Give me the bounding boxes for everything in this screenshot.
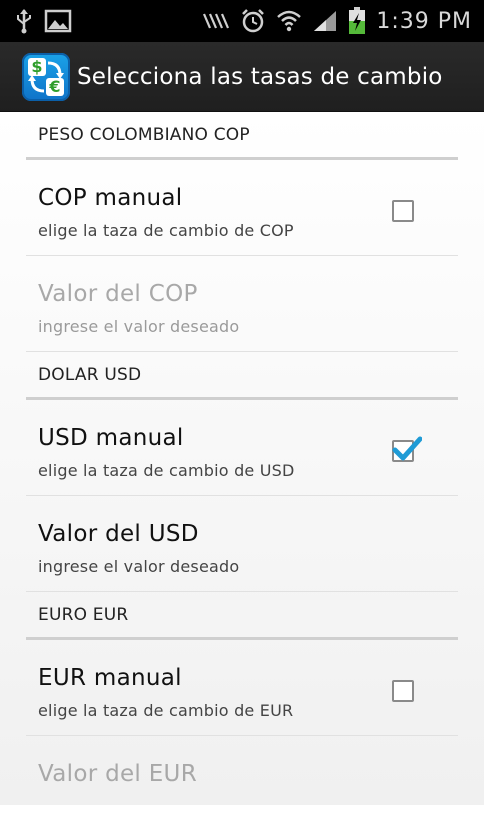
battery-charging-icon — [348, 7, 366, 35]
pref-cop-manual[interactable]: COP manual elige la taza de cambio de CO… — [26, 160, 458, 256]
category-header-usd: DOLAR USD — [26, 352, 458, 400]
pref-cop-value: Valor del COP ingrese el valor deseado — [26, 256, 458, 352]
pref-title: Valor del EUR — [38, 761, 197, 787]
category-title: DOLAR USD — [38, 364, 142, 385]
page-title: Selecciona las tasas de cambio — [77, 63, 443, 90]
wifi-icon — [276, 9, 302, 33]
pref-title: Valor del COP — [38, 281, 198, 307]
eur-manual-checkbox[interactable] — [392, 680, 414, 702]
checkmark-icon — [392, 436, 422, 461]
currency-exchange-icon: $ € — [22, 52, 70, 101]
preference-list[interactable]: PESO COLOMBIANO COP COP manual elige la … — [0, 112, 484, 805]
pref-summary: ingrese el valor deseado — [38, 557, 240, 576]
pref-summary: elige la taza de cambio de EUR — [38, 701, 294, 720]
status-time: 1:39 PM — [376, 8, 472, 34]
action-bar: $ € Selecciona las tasas de cambio — [0, 42, 484, 112]
pref-title: EUR manual — [38, 665, 182, 691]
category-header-cop: PESO COLOMBIANO COP — [26, 112, 458, 160]
vibrate-icon — [202, 10, 230, 32]
pref-title: USD manual — [38, 425, 184, 451]
cop-manual-checkbox[interactable] — [392, 200, 414, 222]
usd-manual-checkbox[interactable] — [392, 436, 422, 462]
gallery-icon — [44, 9, 72, 33]
pref-title: Valor del USD — [38, 521, 199, 547]
pref-usd-value[interactable]: Valor del USD ingrese el valor deseado — [26, 496, 458, 592]
alarm-icon — [240, 8, 266, 34]
status-bar: 1:39 PM — [0, 0, 484, 42]
category-title: PESO COLOMBIANO COP — [38, 124, 250, 145]
pref-usd-manual[interactable]: USD manual elige la taza de cambio de US… — [26, 400, 458, 496]
pref-summary: elige la taza de cambio de USD — [38, 461, 295, 480]
pref-eur-value: Valor del EUR — [26, 736, 458, 832]
pref-title: COP manual — [38, 185, 183, 211]
signal-icon — [312, 9, 338, 33]
usb-icon — [14, 8, 34, 34]
pref-summary: elige la taza de cambio de COP — [38, 221, 294, 240]
category-header-eur: EURO EUR — [26, 592, 458, 640]
category-title: EURO EUR — [38, 604, 129, 625]
pref-eur-manual[interactable]: EUR manual elige la taza de cambio de EU… — [26, 640, 458, 736]
pref-summary: ingrese el valor deseado — [38, 317, 240, 336]
